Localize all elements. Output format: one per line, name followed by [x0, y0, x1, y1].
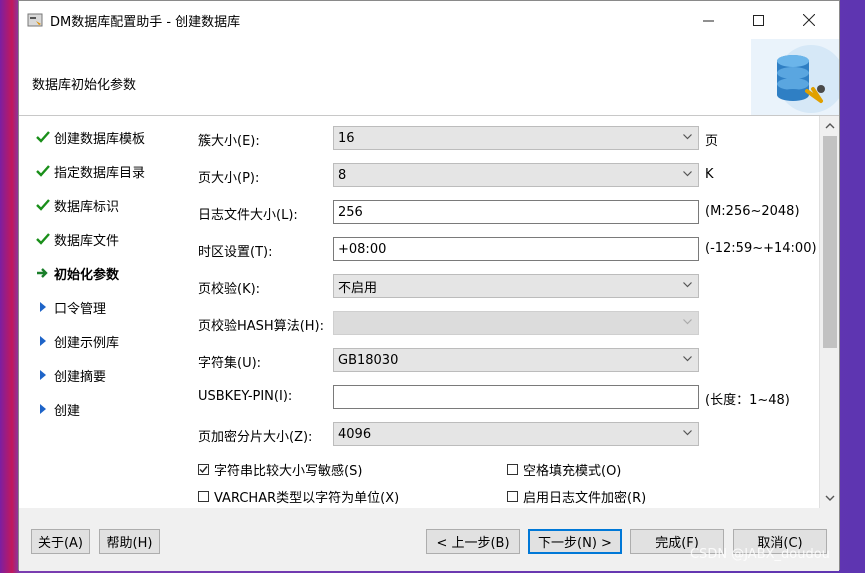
- log-size-input[interactable]: 256: [333, 200, 699, 224]
- step-label: 创建摘要: [54, 369, 107, 385]
- usbkey-pin-label: USBKEY-PIN(I):: [198, 389, 293, 404]
- wizard-steps: 创建数据库模板 指定数据库目录 数据库标识 数据库文件 初始化参数 口令管理 创…: [19, 116, 188, 508]
- time-zone-label: 时区设置(T):: [198, 245, 273, 260]
- database-gear-icon: [751, 39, 839, 115]
- page-size-select[interactable]: 8: [333, 163, 699, 187]
- step-label: 初始化参数: [54, 267, 120, 283]
- step-label: 指定数据库目录: [54, 165, 146, 181]
- chevron-down-icon: [683, 356, 692, 362]
- log-encrypt-checkbox[interactable]: 启用日志文件加密(R): [507, 487, 646, 506]
- step-label: 创建数据库模板: [54, 131, 146, 147]
- minimize-icon: [702, 20, 714, 21]
- watermark-text: CSDN @JABX_doudou: [690, 547, 830, 562]
- step-db-identifier[interactable]: 数据库标识: [33, 195, 119, 215]
- triangle-right-icon: [33, 369, 53, 381]
- extent-size-label: 簇大小(E):: [198, 134, 260, 149]
- varchar-char-unit-label: VARCHAR类型以字符为单位(X): [214, 491, 400, 506]
- next-button[interactable]: 下一步(N) >: [528, 529, 622, 554]
- chevron-down-icon: [683, 319, 692, 325]
- time-zone-range: (-12:59~+14:00): [705, 241, 817, 256]
- check-icon: [33, 165, 53, 177]
- step-label: 创建: [54, 403, 81, 419]
- chevron-down-icon: [683, 134, 692, 140]
- maximize-button[interactable]: [735, 1, 781, 39]
- varchar-char-unit-checkbox[interactable]: VARCHAR类型以字符为单位(X): [198, 487, 399, 506]
- page-check-label: 页校验(K):: [198, 282, 261, 297]
- step-label: 数据库文件: [54, 233, 120, 249]
- check-icon: [33, 131, 53, 143]
- params-panel: 簇大小(E): 16 页 页大小(P): 8 K 日志文件大小(L): 256 …: [187, 116, 839, 508]
- step-create[interactable]: 创建: [33, 399, 80, 419]
- title-bar: DM数据库配置助手 - 创建数据库: [19, 1, 839, 39]
- charset-select[interactable]: GB18030: [333, 348, 699, 372]
- app-window: DM数据库配置助手 - 创建数据库 数据库初始化参数 创建数据库模板 指定数据库…: [18, 0, 840, 571]
- check-icon: [33, 199, 53, 211]
- wizard-header: 数据库初始化参数: [19, 39, 839, 116]
- step-db-files[interactable]: 数据库文件: [33, 229, 119, 249]
- checkbox-box: [507, 464, 518, 475]
- page-title: 数据库初始化参数: [32, 78, 137, 93]
- charset-label: 字符集(U):: [198, 356, 262, 371]
- close-icon: [803, 14, 815, 26]
- step-label: 数据库标识: [54, 199, 120, 215]
- close-button[interactable]: [786, 1, 832, 39]
- extent-size-unit: 页: [705, 134, 719, 149]
- blank-pad-mode-label: 空格填充模式(O): [523, 464, 622, 479]
- usbkey-pin-input[interactable]: [333, 385, 699, 409]
- checkbox-box: [198, 464, 209, 475]
- triangle-right-icon: [33, 403, 53, 415]
- usbkey-pin-length: (长度：1~48): [705, 393, 790, 408]
- minimize-button[interactable]: [685, 1, 731, 39]
- step-password[interactable]: 口令管理: [33, 297, 106, 317]
- chevron-down-icon: [683, 171, 692, 177]
- scroll-up-icon[interactable]: [825, 122, 835, 130]
- extent-size-select[interactable]: 16: [333, 126, 699, 150]
- page-check-select[interactable]: 不启用: [333, 274, 699, 298]
- app-icon: [27, 13, 43, 27]
- step-db-directory[interactable]: 指定数据库目录: [33, 161, 145, 181]
- step-label: 创建示例库: [54, 335, 120, 351]
- help-button[interactable]: 帮助(H): [99, 529, 160, 554]
- prev-button[interactable]: < 上一步(B): [426, 529, 520, 554]
- log-size-label: 日志文件大小(L):: [198, 208, 298, 223]
- log-size-range: (M:256~2048): [705, 204, 800, 219]
- checkbox-box: [507, 491, 518, 502]
- blank-pad-mode-checkbox[interactable]: 空格填充模式(O): [507, 460, 621, 479]
- chevron-down-icon: [683, 430, 692, 436]
- check-icon: [33, 233, 53, 245]
- case-sensitive-checkbox[interactable]: 字符串比较大小写敏感(S): [198, 460, 362, 479]
- page-enc-slice-label: 页加密分片大小(Z):: [198, 430, 313, 445]
- vertical-scrollbar[interactable]: [819, 116, 839, 508]
- scroll-down-icon[interactable]: [825, 494, 835, 502]
- checkbox-box: [198, 491, 209, 502]
- maximize-icon: [752, 14, 764, 26]
- step-create-template[interactable]: 创建数据库模板: [33, 127, 145, 147]
- step-summary[interactable]: 创建摘要: [33, 365, 106, 385]
- step-init-params[interactable]: 初始化参数: [33, 263, 119, 283]
- arrow-right-icon: [33, 267, 53, 279]
- checkmark-icon: [199, 466, 208, 474]
- about-button[interactable]: 关于(A): [31, 529, 90, 554]
- step-sample-db[interactable]: 创建示例库: [33, 331, 119, 351]
- page-size-label: 页大小(P):: [198, 171, 260, 186]
- window-title: DM数据库配置助手 - 创建数据库: [50, 15, 241, 30]
- log-encrypt-label: 启用日志文件加密(R): [523, 491, 647, 506]
- step-label: 口令管理: [54, 301, 107, 317]
- scrollbar-thumb[interactable]: [823, 136, 837, 348]
- triangle-right-icon: [33, 301, 53, 313]
- page-check-hash-label: 页校验HASH算法(H):: [198, 319, 324, 334]
- page-check-hash-select[interactable]: [333, 311, 699, 335]
- case-sensitive-label: 字符串比较大小写敏感(S): [214, 464, 363, 479]
- page-enc-slice-select[interactable]: 4096: [333, 422, 699, 446]
- page-size-unit: K: [705, 167, 714, 182]
- time-zone-input[interactable]: +08:00: [333, 237, 699, 261]
- chevron-down-icon: [683, 282, 692, 288]
- triangle-right-icon: [33, 335, 53, 347]
